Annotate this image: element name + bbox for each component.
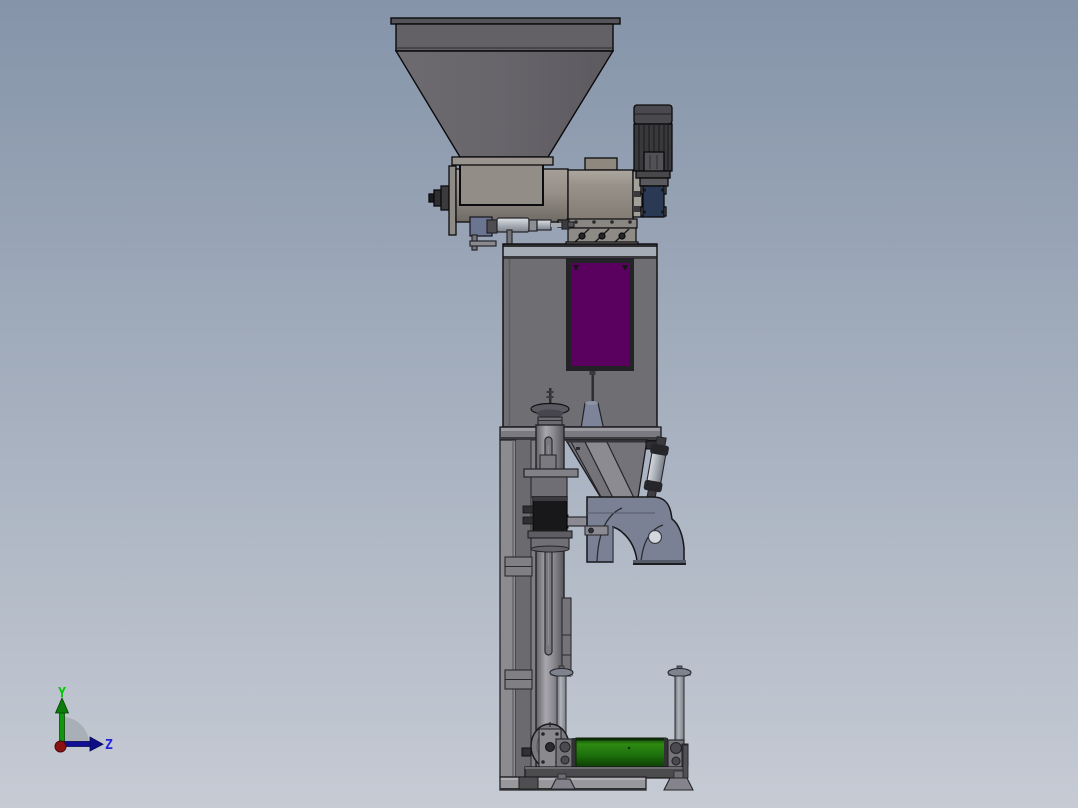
y-axis-label: Y xyxy=(58,686,66,701)
body-bottom-flange[interactable] xyxy=(499,426,662,441)
frame-side-plate xyxy=(561,597,572,677)
sight-window[interactable] xyxy=(566,258,634,371)
cad-viewport: Y Z xyxy=(0,0,1078,808)
conveyor-belt-roller[interactable] xyxy=(555,737,689,770)
z-axis-label: Z xyxy=(105,738,113,753)
x-axis-origin[interactable] xyxy=(54,740,67,753)
cad-canvas: Y Z xyxy=(0,0,1078,808)
arm-bolt-hole xyxy=(647,529,663,545)
feeder-gearbox[interactable] xyxy=(640,185,667,218)
feeder-drive-motor[interactable] xyxy=(633,104,673,187)
